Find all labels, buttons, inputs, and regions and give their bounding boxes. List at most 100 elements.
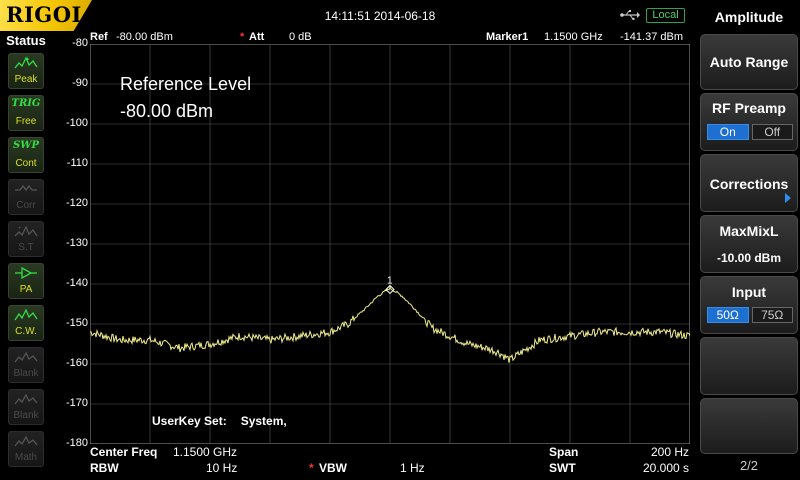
vbw-star-icon: * bbox=[309, 461, 314, 475]
status-column: Status ▲ Peak TRIG Free SWP Cont Corr + … bbox=[0, 31, 52, 480]
status-label: S.T bbox=[18, 242, 34, 253]
maxmixl-button[interactable]: MaxMixL -10.00 dBm bbox=[700, 215, 798, 273]
status-label: Free bbox=[15, 116, 37, 127]
status-pa[interactable]: PA bbox=[8, 263, 44, 299]
st-icon: + bbox=[9, 224, 43, 240]
pa-icon bbox=[9, 266, 43, 282]
plot-header: Ref -80.00 dBm * Att 0 dB Marker1 1.1500… bbox=[90, 31, 690, 44]
marker-label: Marker1 bbox=[486, 31, 529, 43]
auto-range-button[interactable]: Auto Range bbox=[700, 34, 798, 90]
status-corr[interactable]: Corr bbox=[8, 179, 44, 215]
status-cw[interactable]: C.W. bbox=[8, 305, 44, 341]
ref-value: -80.00 dBm bbox=[116, 31, 173, 43]
input-75-ohm[interactable]: 75Ω bbox=[751, 307, 793, 323]
rbw-label: RBW bbox=[90, 461, 119, 475]
y-tick-label: -100 bbox=[65, 117, 88, 129]
reference-level-title: Reference Level bbox=[120, 74, 252, 94]
status-peak[interactable]: ▲ Peak bbox=[8, 53, 44, 89]
status-trigger[interactable]: TRIG Free bbox=[8, 95, 44, 131]
corrections-label: Corrections bbox=[709, 176, 789, 192]
blank-icon bbox=[9, 392, 43, 408]
maxmixl-value: -10.00 dBm bbox=[716, 251, 782, 265]
y-tick-label: -130 bbox=[65, 237, 88, 249]
span-value: 200 Hz bbox=[651, 445, 690, 459]
vbw-label: VBW bbox=[319, 461, 347, 475]
userkey-value: System, bbox=[240, 414, 287, 428]
marker-freq: 1.1500 GHz bbox=[544, 31, 603, 43]
y-tick-label: -80 bbox=[72, 37, 88, 49]
status-label: Cont bbox=[15, 158, 37, 169]
status-math[interactable]: Math bbox=[8, 431, 44, 467]
auto-range-label: Auto Range bbox=[709, 54, 789, 70]
empty-softkey-1[interactable] bbox=[700, 337, 798, 395]
rf-preamp-off[interactable]: Off bbox=[751, 124, 793, 140]
math-icon bbox=[9, 434, 43, 450]
status-sweep[interactable]: SWP Cont bbox=[8, 137, 44, 173]
local-status-badge: Local bbox=[646, 8, 685, 23]
maxmixl-label: MaxMixL bbox=[719, 223, 779, 239]
rbw-value: 10 Hz bbox=[206, 461, 238, 475]
brand-logo: RIGOL bbox=[0, 0, 92, 31]
rf-preamp-label: RF Preamp bbox=[712, 100, 786, 116]
rf-preamp-on[interactable]: On bbox=[707, 124, 749, 140]
rf-preamp-button[interactable]: RF Preamp On Off bbox=[700, 93, 798, 151]
y-tick-label: -180 bbox=[65, 437, 88, 449]
y-tick-label: -120 bbox=[65, 197, 88, 209]
status-label: Blank bbox=[13, 410, 39, 421]
y-tick-label: -170 bbox=[65, 397, 88, 409]
input-toggle[interactable]: 50Ω 75Ω bbox=[707, 307, 793, 323]
menu-title: Amplitude bbox=[714, 9, 784, 25]
input-label: Input bbox=[731, 284, 767, 300]
usb-icon bbox=[620, 10, 640, 21]
y-tick-label: -90 bbox=[72, 77, 88, 89]
swt-value: 20.000 s bbox=[643, 461, 690, 475]
userkey-set: UserKey Set: System, bbox=[152, 414, 301, 428]
att-star-icon: * bbox=[240, 31, 245, 43]
userkey-label: UserKey Set: bbox=[152, 414, 227, 428]
center-freq-value: 1.1500 GHz bbox=[173, 445, 238, 459]
center-freq-label: Center Freq bbox=[90, 445, 158, 459]
blank-icon bbox=[9, 350, 43, 366]
empty-softkey-2[interactable] bbox=[700, 398, 798, 454]
submenu-arrow-icon bbox=[785, 193, 791, 203]
corrections-button[interactable]: Corrections bbox=[700, 154, 798, 212]
status-blank-1[interactable]: Blank bbox=[8, 347, 44, 383]
y-tick-label: -110 bbox=[66, 157, 88, 169]
input-50-ohm[interactable]: 50Ω bbox=[707, 307, 749, 323]
y-tick-label: -140 bbox=[65, 277, 88, 289]
span-label: Span bbox=[549, 445, 579, 459]
status-label: PA bbox=[19, 284, 33, 295]
att-value: 0 dB bbox=[289, 31, 312, 43]
status-label: Blank bbox=[13, 368, 39, 379]
status-label: Peak bbox=[14, 74, 38, 85]
status-label: Corr bbox=[16, 200, 36, 211]
att-label: Att bbox=[249, 31, 265, 43]
status-blank-2[interactable]: Blank bbox=[8, 389, 44, 425]
brand-text: RIGOL bbox=[6, 2, 87, 27]
bottom-info-bar: Center Freq 1.1500 GHz Span 200 Hz RBW 1… bbox=[90, 444, 690, 480]
input-impedance-button[interactable]: Input 50Ω 75Ω bbox=[700, 276, 798, 334]
status-st[interactable]: + S.T bbox=[8, 221, 44, 257]
status-label: Math bbox=[14, 452, 38, 463]
datetime: 14:11:51 2014-06-18 bbox=[324, 9, 436, 23]
corr-icon bbox=[9, 182, 43, 198]
svg-text:+: + bbox=[18, 226, 22, 232]
peak-icon: ▲ bbox=[9, 56, 43, 72]
menu-page-indicator: 2/2 bbox=[739, 458, 759, 473]
trig-icon: TRIG bbox=[11, 98, 41, 109]
cw-icon bbox=[9, 308, 43, 324]
status-title: Status bbox=[6, 33, 46, 48]
top-bar: RIGOL 14:11:51 2014-06-18 Local bbox=[0, 0, 695, 31]
y-tick-label: -150 bbox=[65, 317, 88, 329]
svg-text:▲: ▲ bbox=[25, 56, 30, 62]
vbw-value: 1 Hz bbox=[400, 461, 425, 475]
swt-label: SWT bbox=[549, 461, 576, 475]
marker-level: -141.37 dBm bbox=[620, 31, 683, 43]
y-tick-label: -160 bbox=[65, 357, 88, 369]
reference-level-value: -80.00 dBm bbox=[120, 101, 214, 121]
status-label: C.W. bbox=[15, 326, 37, 337]
rf-preamp-toggle[interactable]: On Off bbox=[707, 124, 793, 140]
ref-label: Ref bbox=[90, 31, 108, 43]
marker-number: 1 bbox=[387, 275, 393, 286]
swp-icon: SWP bbox=[13, 140, 39, 151]
